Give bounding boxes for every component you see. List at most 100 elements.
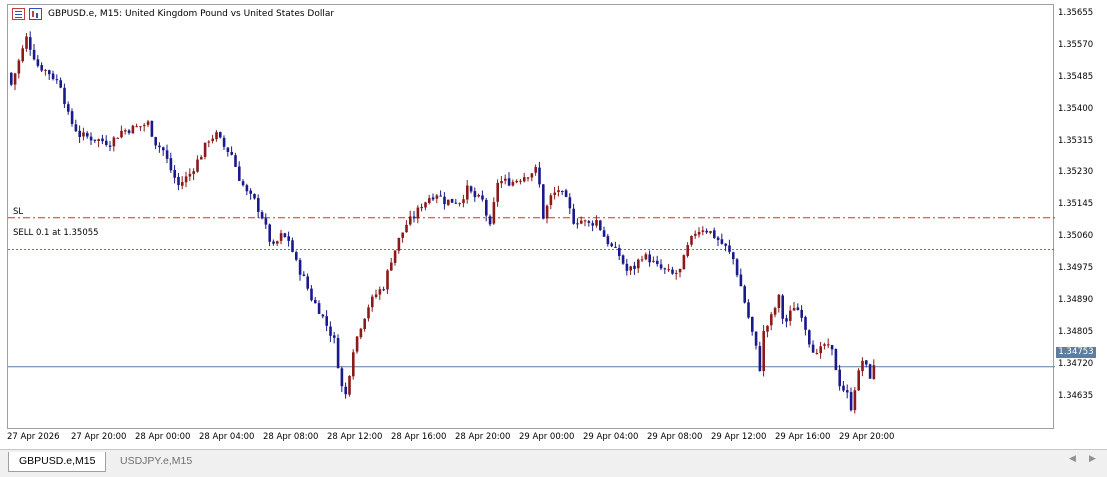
- candle-body: [709, 231, 712, 233]
- candle: [663, 267, 667, 274]
- candle-body: [260, 212, 264, 219]
- candle: [287, 231, 290, 247]
- candle: [811, 340, 815, 353]
- candle: [773, 306, 777, 318]
- candle: [325, 310, 328, 332]
- candle-body: [238, 166, 241, 181]
- candle: [466, 180, 469, 204]
- candle-body: [758, 346, 762, 371]
- tab-usdjpy[interactable]: USDJPY.e,M15: [110, 452, 202, 471]
- candle: [10, 72, 13, 87]
- tab-gbpusd[interactable]: GBPUSD.e,M15: [8, 452, 107, 472]
- candle-chart-icon[interactable]: [29, 8, 42, 20]
- candle: [120, 125, 123, 139]
- candle-body: [344, 386, 347, 395]
- candle-body: [629, 266, 632, 271]
- candlestick-chart[interactable]: [8, 5, 1055, 430]
- candle-body: [428, 198, 431, 203]
- candle-body: [272, 241, 275, 244]
- candle-body: [447, 199, 450, 205]
- candle: [488, 214, 492, 227]
- price-axis-label: 1.35570: [1058, 40, 1094, 50]
- order-list-icon[interactable]: [12, 8, 25, 20]
- candle-body: [310, 288, 313, 301]
- candle: [542, 183, 545, 220]
- candle: [625, 258, 629, 276]
- candle-body: [390, 262, 393, 271]
- candle: [82, 127, 85, 141]
- candle: [405, 220, 408, 233]
- candle-body: [743, 286, 746, 303]
- price-axis-label: 1.35655: [1058, 8, 1094, 18]
- candle-body: [215, 132, 218, 140]
- candle: [143, 122, 146, 132]
- scroll-left-icon[interactable]: ◀: [1069, 454, 1076, 464]
- candle-body: [606, 236, 610, 245]
- candle-body: [515, 180, 518, 183]
- candle-body: [424, 202, 427, 208]
- candle: [819, 341, 822, 359]
- candle: [439, 190, 442, 197]
- candle: [868, 363, 872, 379]
- candle: [838, 364, 841, 391]
- candle: [44, 68, 47, 76]
- candle-body: [241, 181, 245, 186]
- candle: [724, 243, 727, 252]
- candle: [298, 257, 302, 281]
- candle-body: [458, 203, 461, 205]
- candle: [477, 193, 480, 198]
- candle: [458, 202, 461, 207]
- candle-body: [124, 130, 127, 132]
- candle-body: [17, 60, 21, 74]
- candle: [751, 316, 754, 336]
- candle: [591, 220, 594, 232]
- candle: [785, 314, 788, 328]
- candle: [720, 233, 724, 245]
- candle: [747, 299, 750, 319]
- price-axis-label: 1.34975: [1058, 263, 1094, 273]
- candle: [302, 271, 306, 277]
- candle: [314, 296, 317, 304]
- candle-body: [108, 145, 112, 147]
- candle: [306, 273, 309, 291]
- candle-body: [621, 255, 625, 264]
- candle: [177, 173, 180, 191]
- candle-body: [511, 181, 515, 186]
- candle: [127, 129, 131, 135]
- candle: [804, 315, 807, 336]
- candle-body: [644, 254, 648, 260]
- chart-title: GBPUSD.e, M15: United Kingdom Pound vs U…: [48, 9, 335, 19]
- scroll-right-icon[interactable]: ▶: [1089, 454, 1096, 464]
- candle-body: [545, 205, 549, 219]
- time-axis-label: 28 Apr 00:00: [135, 432, 191, 442]
- candle: [796, 303, 800, 311]
- candle-body: [325, 316, 328, 326]
- candle: [74, 119, 78, 133]
- candle-body: [192, 171, 195, 175]
- candle-body: [519, 180, 522, 182]
- candle: [428, 194, 431, 205]
- candle: [652, 256, 655, 263]
- candle: [656, 255, 659, 267]
- candle-body: [314, 299, 317, 304]
- candle-body: [485, 199, 488, 216]
- candle-body: [580, 220, 583, 224]
- candle: [32, 43, 36, 61]
- candle: [561, 190, 564, 196]
- candle: [146, 119, 150, 128]
- candle-body: [25, 36, 28, 49]
- candle-body: [36, 59, 40, 66]
- candle: [849, 387, 853, 412]
- time-axis-label: 29 Apr 16:00: [775, 432, 831, 442]
- chart-area[interactable]: [7, 4, 1055, 430]
- candle-body: [682, 255, 686, 270]
- candle: [549, 193, 553, 210]
- candle-body: [340, 368, 344, 387]
- candle-body: [51, 73, 55, 80]
- candle-body: [86, 133, 89, 137]
- candle-body: [789, 310, 792, 321]
- candle: [162, 146, 165, 156]
- candle: [526, 176, 530, 182]
- candle-body: [770, 314, 773, 326]
- candle: [678, 268, 682, 278]
